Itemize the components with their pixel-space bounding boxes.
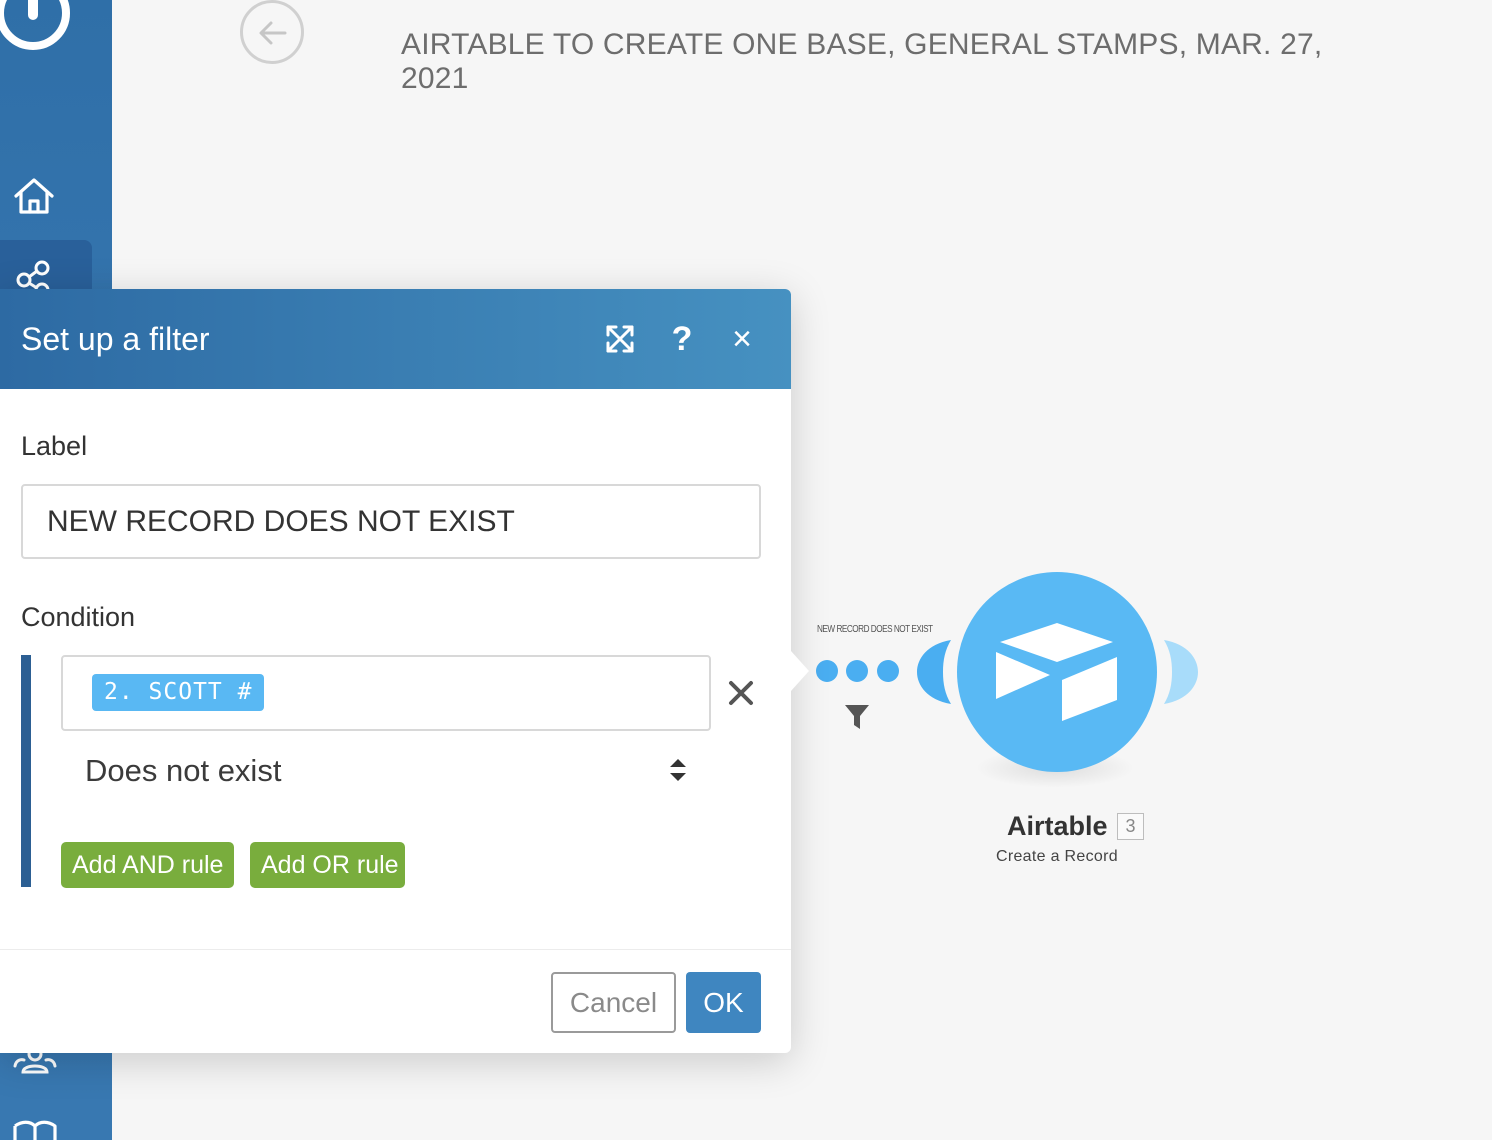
route-dot[interactable] [846,660,868,682]
condition-group-bar [21,655,31,887]
ok-button[interactable]: OK [686,972,761,1033]
back-button[interactable] [240,0,304,64]
dialog-footer-divider [0,949,791,950]
route-dot[interactable] [877,660,899,682]
dialog-title: Set up a filter [21,321,210,357]
module-connector-left[interactable] [915,639,955,705]
close-icon[interactable]: × [722,319,762,359]
module-action: Create a Record [996,848,1118,865]
label-field-label: Label [21,431,88,461]
help-icon[interactable]: ? [662,319,702,359]
module-number-badge: 3 [1117,813,1144,840]
arrow-left-icon [259,21,287,45]
route-filter-label[interactable]: NEW RECORD DOES NOT EXIST [817,624,933,635]
filter-icon[interactable] [844,703,870,731]
module-name: Airtable [1007,811,1108,841]
home-icon[interactable] [12,175,56,219]
book-icon[interactable] [12,1118,57,1140]
operand-pill[interactable]: 2. SCOTT # [92,674,265,711]
airtable-logo-icon [996,623,1117,721]
condition-operand-input[interactable]: 2. SCOTT # [61,655,711,731]
label-input[interactable]: NEW RECORD DOES NOT EXIST [21,484,761,559]
operator-select[interactable]: Does not exist [61,739,711,801]
expand-icon[interactable] [600,319,640,359]
select-arrows-icon [670,759,686,781]
add-and-rule-button[interactable]: Add AND rule [61,842,234,888]
cancel-button[interactable]: Cancel [551,972,676,1033]
dialog-pointer [791,651,809,691]
scenario-title: AIRTABLE TO CREATE ONE BASE, GENERAL STA… [401,28,1323,95]
route-dot[interactable] [816,660,838,682]
filter-dialog: Set up a filter ? × Label NEW RECORD DOE… [0,289,791,1053]
remove-condition-icon[interactable] [723,675,759,711]
module-connector-right[interactable] [1160,639,1200,705]
airtable-module[interactable] [957,572,1157,772]
app-logo[interactable] [0,0,70,50]
operator-value: Does not exist [85,753,282,788]
add-or-rule-button[interactable]: Add OR rule [250,842,405,888]
dialog-header: Set up a filter ? × [0,289,791,389]
condition-field-label: Condition [21,602,136,632]
